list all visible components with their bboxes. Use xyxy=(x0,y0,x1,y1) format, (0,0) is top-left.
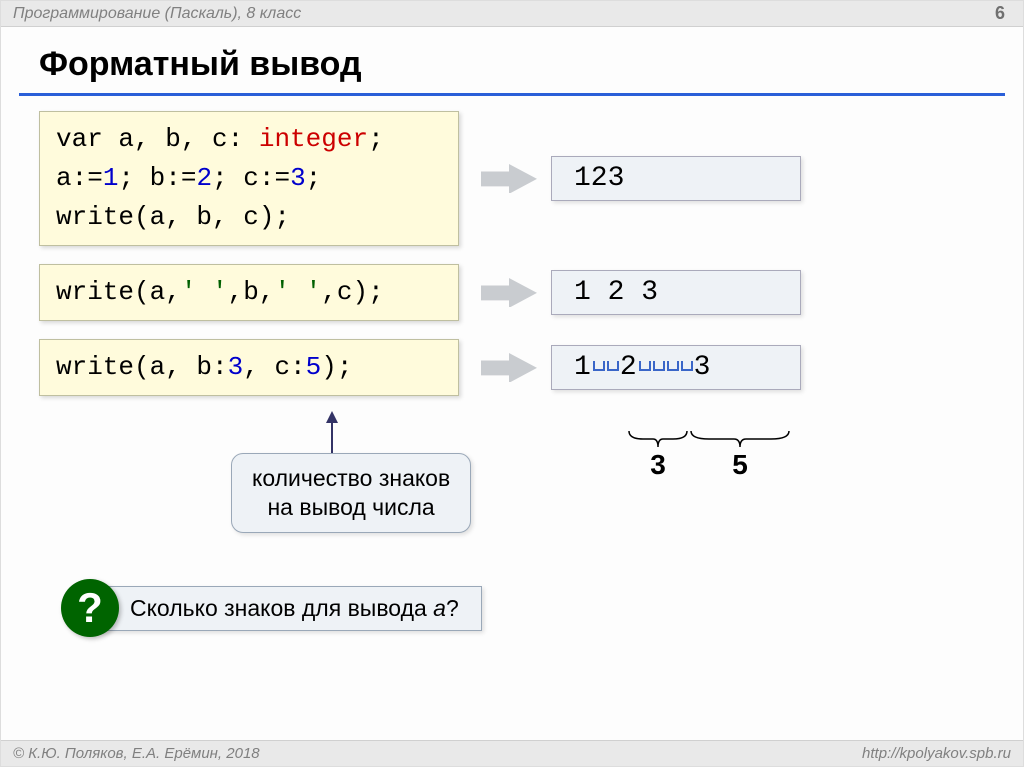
space-marker xyxy=(593,361,605,371)
write3-end: ); xyxy=(321,352,352,382)
code-box-3: write(a, b:3, c:5); xyxy=(39,339,459,396)
fmt-5: 5 xyxy=(306,352,322,382)
write-end: ,c); xyxy=(321,277,383,307)
type-integer: integer xyxy=(259,124,368,154)
q-var: a xyxy=(433,595,446,621)
arrow-icon xyxy=(481,164,537,194)
semicolon-2: ; xyxy=(306,163,322,193)
out3-2: 2 xyxy=(620,352,638,383)
space-marker xyxy=(667,361,679,371)
callout-line-2: на вывод числа xyxy=(252,493,450,522)
space-marker xyxy=(681,361,693,371)
question-text: Сколько знаков для вывода a? xyxy=(89,586,482,631)
footer-url: http://kpolyakov.spb.ru xyxy=(862,745,1011,762)
example-row-2: write(a,' ',b,' ',c); 1 2 3 xyxy=(39,264,993,321)
slide-title: Форматный вывод xyxy=(39,45,362,84)
output-box-2: 1 2 3 xyxy=(551,270,801,315)
assign-c: ; c:= xyxy=(212,163,290,193)
space-marker xyxy=(639,361,651,371)
brace-annotations: 3 5 xyxy=(627,429,791,481)
example-row-1: var a, b, c: integer; a:=1; b:=2; c:=3; … xyxy=(39,111,993,246)
slide-header: Программирование (Паскаль), 8 класс 6 xyxy=(1,1,1023,27)
arrow-icon xyxy=(481,278,537,308)
write-mid: ,b, xyxy=(228,277,275,307)
content-area: var a, b, c: integer; a:=1; b:=2; c:=3; … xyxy=(39,111,993,414)
write3-mid: , c: xyxy=(243,352,305,382)
copyright: © К.Ю. Поляков, Е.А. Ерёмин, 2018 xyxy=(13,745,260,762)
val-3: 3 xyxy=(290,163,306,193)
output-box-1: 123 xyxy=(551,156,801,201)
vars-decl: a, b, c: xyxy=(103,124,259,154)
brace-label-5: 5 xyxy=(689,449,791,481)
out3-1: 1 xyxy=(574,352,592,383)
question-row: ? Сколько знаков для вывода a? xyxy=(61,579,482,637)
str-space-1: ' ' xyxy=(181,277,228,307)
val-2: 2 xyxy=(196,163,212,193)
arrow-icon xyxy=(481,353,537,383)
q-post: ? xyxy=(446,595,459,621)
out3-3: 3 xyxy=(694,352,712,383)
callout-box: количество знаков на вывод числа xyxy=(231,453,471,533)
callout-pointer-icon xyxy=(317,411,347,459)
space-marker xyxy=(653,361,665,371)
val-1: 1 xyxy=(103,163,119,193)
kw-var: var xyxy=(56,124,103,154)
q-pre: Сколько знаков для вывода xyxy=(130,595,433,621)
callout-line-1: количество знаков xyxy=(252,464,450,493)
space-marker xyxy=(607,361,619,371)
question-mark-icon: ? xyxy=(61,579,119,637)
brace-3: 3 xyxy=(627,429,689,481)
title-underline xyxy=(19,93,1005,96)
output-box-3: 12 3 xyxy=(551,345,801,390)
write-call-1: write(a, b, c); xyxy=(56,198,442,237)
write3-pre: write(a, b: xyxy=(56,352,228,382)
assign-a: a:= xyxy=(56,163,103,193)
subject-label: Программирование (Паскаль), 8 класс xyxy=(13,5,301,23)
fmt-3: 3 xyxy=(228,352,244,382)
assign-b: ; b:= xyxy=(118,163,196,193)
page-number: 6 xyxy=(995,3,1005,24)
brace-label-3: 3 xyxy=(627,449,689,481)
code-box-1: var a, b, c: integer; a:=1; b:=2; c:=3; … xyxy=(39,111,459,246)
write-pre: write(a, xyxy=(56,277,181,307)
slide-footer: © К.Ю. Поляков, Е.А. Ерёмин, 2018 http:/… xyxy=(1,740,1023,766)
example-row-3: write(a, b:3, c:5); 123 xyxy=(39,339,993,396)
brace-5: 5 xyxy=(689,429,791,481)
str-space-2: ' ' xyxy=(274,277,321,307)
code-box-2: write(a,' ',b,' ',c); xyxy=(39,264,459,321)
semicolon: ; xyxy=(368,124,384,154)
